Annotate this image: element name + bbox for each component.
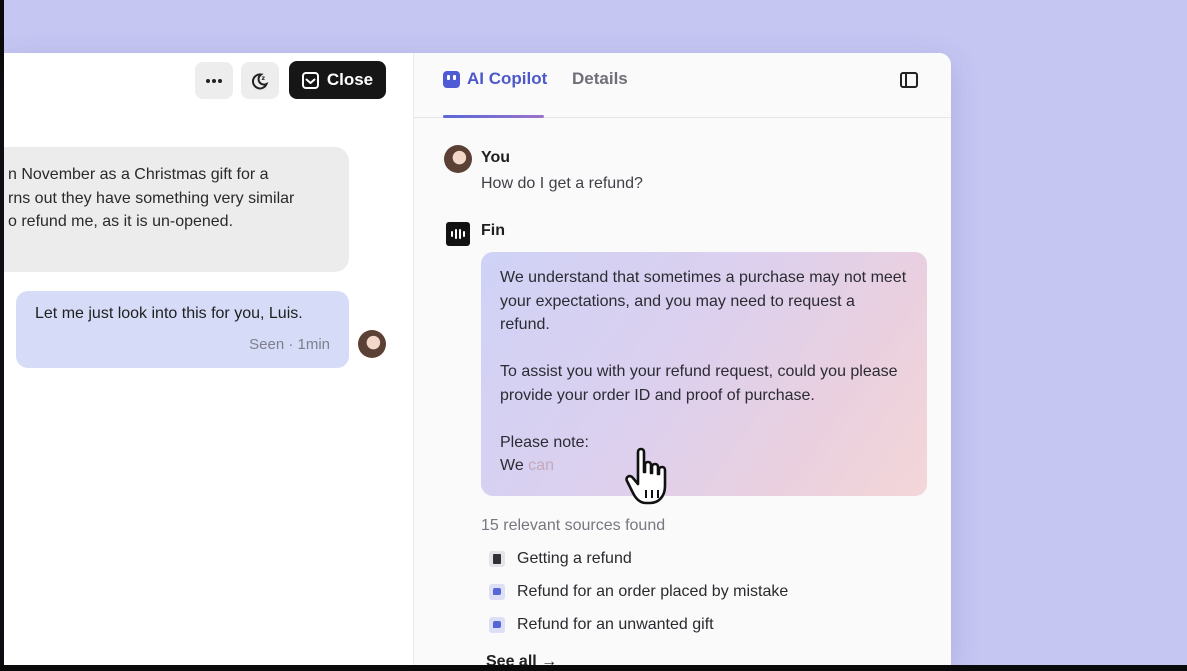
tab-details[interactable]: Details [572, 69, 628, 89]
fin-streaming-faded: can [528, 457, 554, 474]
snooze-button[interactable]: z [241, 62, 279, 99]
pointer-hand-icon [625, 447, 667, 505]
close-conversation-button[interactable]: Close [289, 61, 386, 99]
tab-ai-copilot[interactable]: AI Copilot [443, 69, 547, 89]
source-getting-a-refund[interactable]: Getting a refund [489, 550, 632, 568]
customer-message-bubble: n November as a Christmas gift for a rns… [4, 147, 349, 272]
fin-streaming-prefix: We [500, 457, 524, 474]
tab-ai-copilot-label: AI Copilot [467, 69, 548, 88]
customer-message-line: o refund me, as it is un-opened. [8, 213, 234, 230]
fin-logo-icon [446, 222, 470, 246]
active-tab-indicator [443, 115, 544, 118]
agent-message-bubble: Let me just look into this for you, Luis… [16, 291, 349, 368]
more-options-button[interactable] [195, 62, 233, 99]
sources-count: 15 relevant sources found [481, 517, 666, 534]
close-button-label: Close [326, 70, 374, 89]
copilot-panel: AI Copilot Details You How do I get a re… [413, 53, 951, 665]
copilot-icon [443, 70, 460, 88]
fin-answer-paragraph: To assist you with your refund request, … [500, 363, 898, 404]
source-refund-order-mistake[interactable]: Refund for an order placed by mistake [489, 583, 788, 601]
bottom-edge-bar [0, 665, 1187, 671]
fin-streaming-text: We can [500, 454, 908, 478]
customer-message-line: rns out they have something very similar [8, 189, 295, 207]
agent-message-text: Let me just look into this for you, Luis… [35, 305, 303, 322]
book-icon [489, 551, 505, 567]
fin-name: Fin [481, 222, 505, 239]
source-label: Refund for an order placed by mistake [517, 583, 789, 600]
sidebar-toggle-icon[interactable] [900, 72, 918, 88]
inbox-window: z Close n November as a Christmas gift f… [4, 53, 951, 665]
chat-bubble-icon [489, 584, 505, 600]
agent-avatar [358, 330, 386, 358]
see-all-sources-link[interactable]: See all → [486, 653, 557, 665]
copilot-tabs: AI Copilot Details [414, 53, 951, 118]
tab-details-label: Details [572, 69, 628, 88]
close-inbox-icon [301, 71, 319, 89]
source-label: Refund for an unwanted gift [517, 616, 714, 633]
snooze-moon-icon: z [252, 72, 269, 89]
user-name: You [481, 149, 511, 166]
fin-answer-paragraph: We understand that sometimes a purchase … [500, 269, 907, 333]
chat-bubble-icon [489, 617, 505, 633]
message-seen-status: Seen · 1min [249, 336, 330, 353]
fin-answer-bubble[interactable]: We understand that sometimes a purchase … [481, 252, 927, 496]
customer-message-line: n November as a Christmas gift for a [8, 166, 269, 183]
source-refund-unwanted-gift[interactable]: Refund for an unwanted gift [489, 616, 714, 634]
more-horizontal-icon [206, 78, 222, 83]
fin-note-heading: Please note: [500, 433, 589, 451]
svg-text:z: z [262, 75, 266, 82]
user-question: How do I get a refund? [481, 175, 643, 192]
user-avatar [444, 145, 472, 173]
conversation-toolbar: z Close [4, 53, 413, 117]
conversation-pane: z Close n November as a Christmas gift f… [4, 53, 413, 665]
source-label: Getting a refund [517, 550, 632, 567]
